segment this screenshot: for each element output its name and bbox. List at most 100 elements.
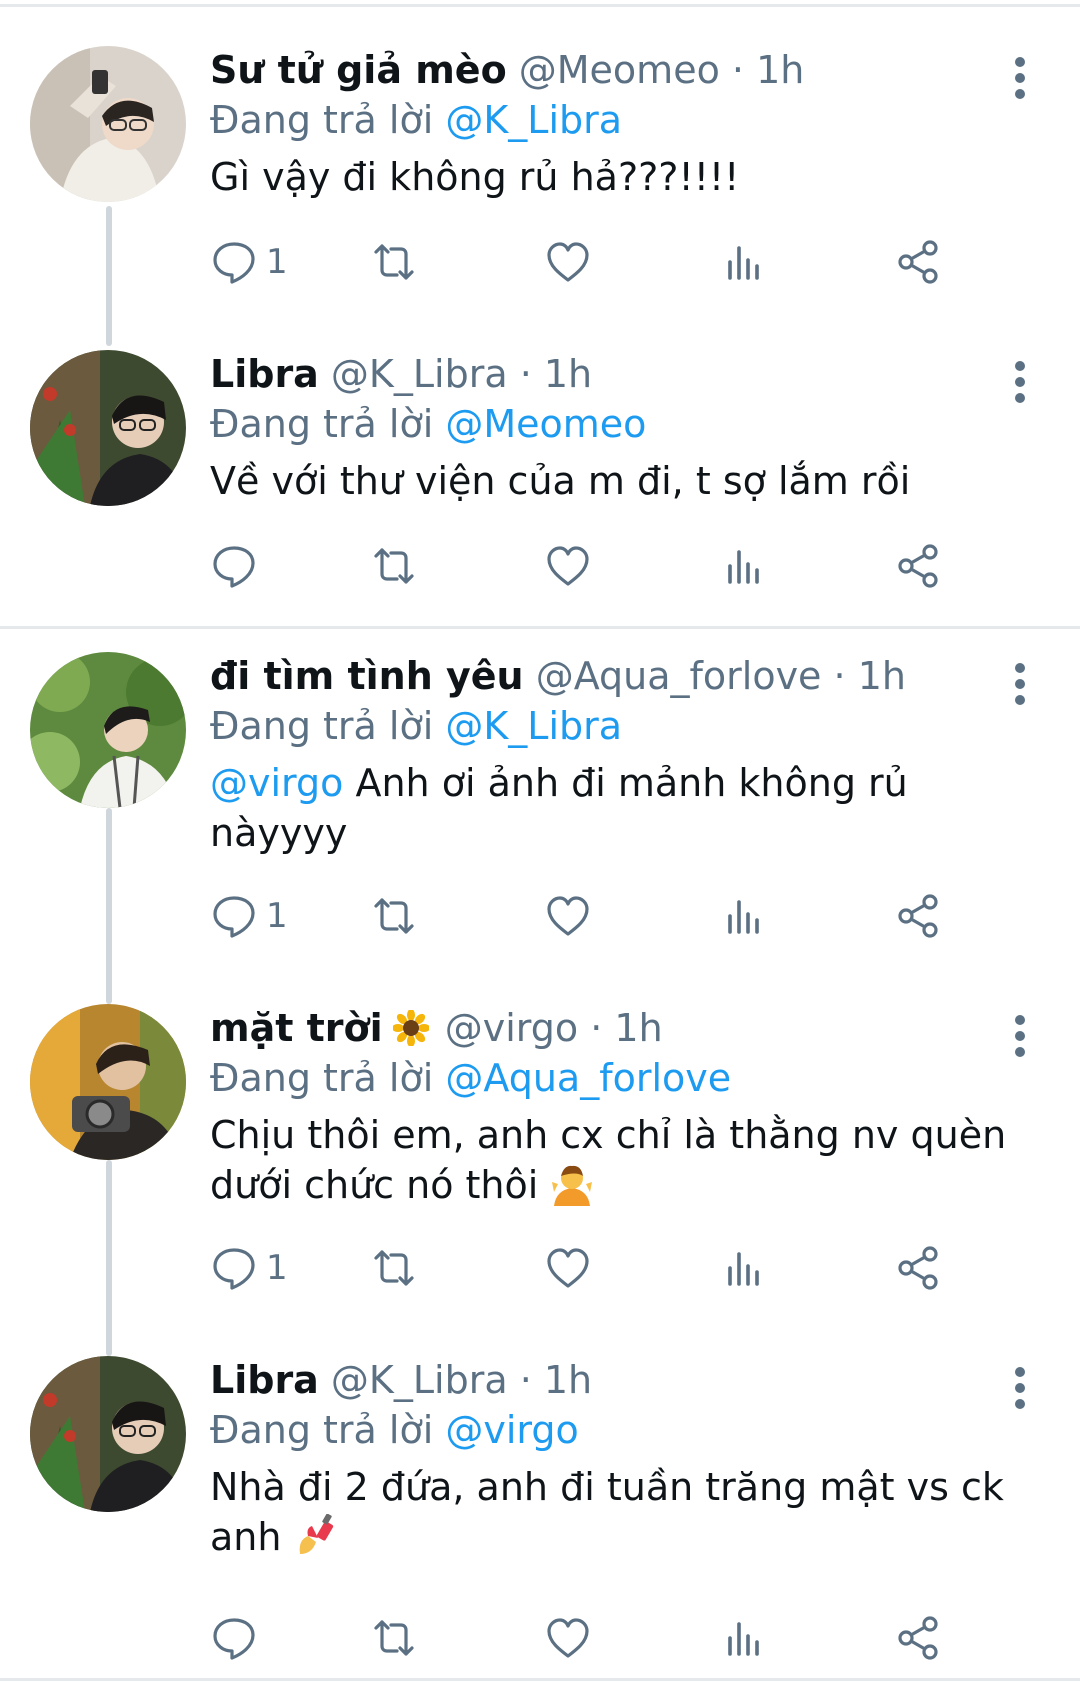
analytics-icon [728, 246, 759, 280]
analytics-button[interactable] [720, 888, 768, 944]
display-name[interactable]: Libra [210, 1358, 319, 1402]
timestamp[interactable]: 1h [544, 352, 592, 396]
reply-button[interactable] [210, 538, 266, 594]
tweet-actions: 1 [210, 888, 1080, 944]
tweet-header: Libra @K_Libra · 1h [210, 350, 1020, 398]
analytics-button[interactable] [720, 1610, 768, 1666]
more-options-icon[interactable] [1012, 1366, 1028, 1410]
reply-button[interactable]: 1 [210, 888, 288, 944]
tweet-actions [210, 538, 1080, 594]
timestamp[interactable]: 1h [614, 1006, 662, 1050]
share-icon [898, 544, 938, 588]
like-button[interactable] [544, 1610, 592, 1666]
replying-to-mention[interactable]: @K_Libra [445, 98, 622, 142]
like-button[interactable] [544, 888, 592, 944]
avatar[interactable] [30, 46, 186, 202]
analytics-icon [728, 1252, 759, 1286]
share-button[interactable] [894, 1610, 942, 1666]
user-handle[interactable]: @Aqua_forlove [536, 654, 822, 698]
tweet-header: Libra @K_Libra · 1h [210, 1356, 1020, 1404]
avatar-photo-icon [30, 350, 186, 506]
tweet-text: Nhà đi 2 đứa, anh đi tuần trăng mật vs c… [210, 1462, 1020, 1562]
tweet-text-content: Chịu thôi em, anh cx chỉ là thằng nv què… [210, 1113, 1007, 1207]
replying-to-mention[interactable]: @virgo [445, 1408, 578, 1452]
like-button[interactable] [544, 1240, 592, 1296]
tweet-text: @virgo Anh ơi ảnh đi mảnh không rủ nàyyy… [210, 758, 1020, 858]
separator-dot: · [590, 1006, 615, 1050]
more-options-icon[interactable] [1012, 56, 1028, 100]
timestamp[interactable]: 1h [858, 654, 906, 698]
display-name[interactable]: mặt trời [210, 1006, 383, 1050]
analytics-icon [728, 1622, 759, 1656]
share-button[interactable] [894, 538, 942, 594]
replying-to: Đang trả lời @Meomeo [210, 398, 1020, 450]
analytics-button[interactable] [720, 538, 768, 594]
reply-button[interactable]: 1 [210, 234, 288, 290]
text-mention[interactable]: @virgo [210, 761, 343, 805]
reply-icon [213, 546, 255, 588]
share-button[interactable] [894, 1240, 942, 1296]
avatar[interactable] [30, 1004, 186, 1160]
avatar[interactable] [30, 1356, 186, 1512]
replying-label: Đang trả lời [210, 1408, 434, 1452]
analytics-button[interactable] [720, 1240, 768, 1296]
replying-to: Đang trả lời @K_Libra [210, 700, 1020, 752]
retweet-button[interactable] [370, 234, 418, 290]
more-options-icon[interactable] [1012, 1014, 1028, 1058]
retweet-button[interactable] [370, 1610, 418, 1666]
like-button[interactable] [544, 538, 592, 594]
separator-dot: · [731, 48, 757, 92]
nail-polish-emoji-icon [299, 1514, 333, 1554]
display-name[interactable]: Sư tử giả mèo [210, 48, 507, 92]
replying-to: Đang trả lời @virgo [210, 1404, 1020, 1456]
share-icon [898, 1616, 938, 1660]
heart-icon [547, 546, 589, 586]
tweet-header: đi tìm tình yêu @Aqua_forlove · 1h [210, 652, 1020, 700]
heart-icon [547, 896, 589, 936]
share-button[interactable] [894, 888, 942, 944]
avatar-photo-icon [30, 1356, 186, 1512]
share-button[interactable] [894, 234, 942, 290]
sunflower-emoji-icon [392, 1010, 429, 1046]
timestamp[interactable]: 1h [756, 48, 804, 92]
separator-dot: · [519, 352, 544, 396]
more-options-icon[interactable] [1012, 662, 1028, 706]
tweet-text: Gì vậy đi không rủ hả???!!!! [210, 155, 740, 199]
tweet-header: Sư tử giả mèo @Meomeo · 1h [210, 46, 1020, 94]
timestamp[interactable]: 1h [544, 1358, 592, 1402]
user-handle[interactable]: @K_Libra [331, 352, 508, 396]
reply-icon [213, 1248, 255, 1290]
user-handle[interactable]: @Meomeo [519, 48, 720, 92]
replying-to-mention[interactable]: @Aqua_forlove [445, 1056, 731, 1100]
person-shrugging-emoji-icon [552, 1165, 593, 1206]
analytics-button[interactable] [720, 234, 768, 290]
user-handle[interactable]: @virgo [445, 1006, 578, 1050]
replying-to-mention[interactable]: @K_Libra [445, 704, 622, 748]
retweet-icon [374, 244, 414, 280]
heart-icon [547, 242, 589, 282]
tweet-actions [210, 1610, 1080, 1666]
more-options-icon[interactable] [1012, 360, 1028, 404]
display-name[interactable]: Libra [210, 352, 319, 396]
like-button[interactable] [544, 234, 592, 290]
display-name[interactable]: đi tìm tình yêu [210, 654, 524, 698]
replying-to: Đang trả lời @K_Libra [210, 94, 1020, 146]
replying-to: Đang trả lời @Aqua_forlove [210, 1052, 1020, 1104]
retweet-button[interactable] [370, 888, 418, 944]
reply-count: 1 [266, 242, 288, 282]
tweet-text: Về với thư viện của m đi, t sợ lắm rồi [210, 459, 911, 503]
reply-button[interactable] [210, 1610, 266, 1666]
retweet-icon [374, 898, 414, 934]
bottom-divider [0, 1678, 1080, 1681]
replying-to-mention[interactable]: @Meomeo [445, 402, 646, 446]
avatar[interactable] [30, 350, 186, 506]
user-handle[interactable]: @K_Libra [331, 1358, 508, 1402]
reply-icon [213, 242, 255, 284]
retweet-button[interactable] [370, 538, 418, 594]
avatar[interactable] [30, 652, 186, 808]
thread-line [106, 1160, 112, 1356]
thread-divider [0, 626, 1080, 629]
reply-icon [213, 896, 255, 938]
retweet-button[interactable] [370, 1240, 418, 1296]
reply-button[interactable]: 1 [210, 1240, 288, 1296]
